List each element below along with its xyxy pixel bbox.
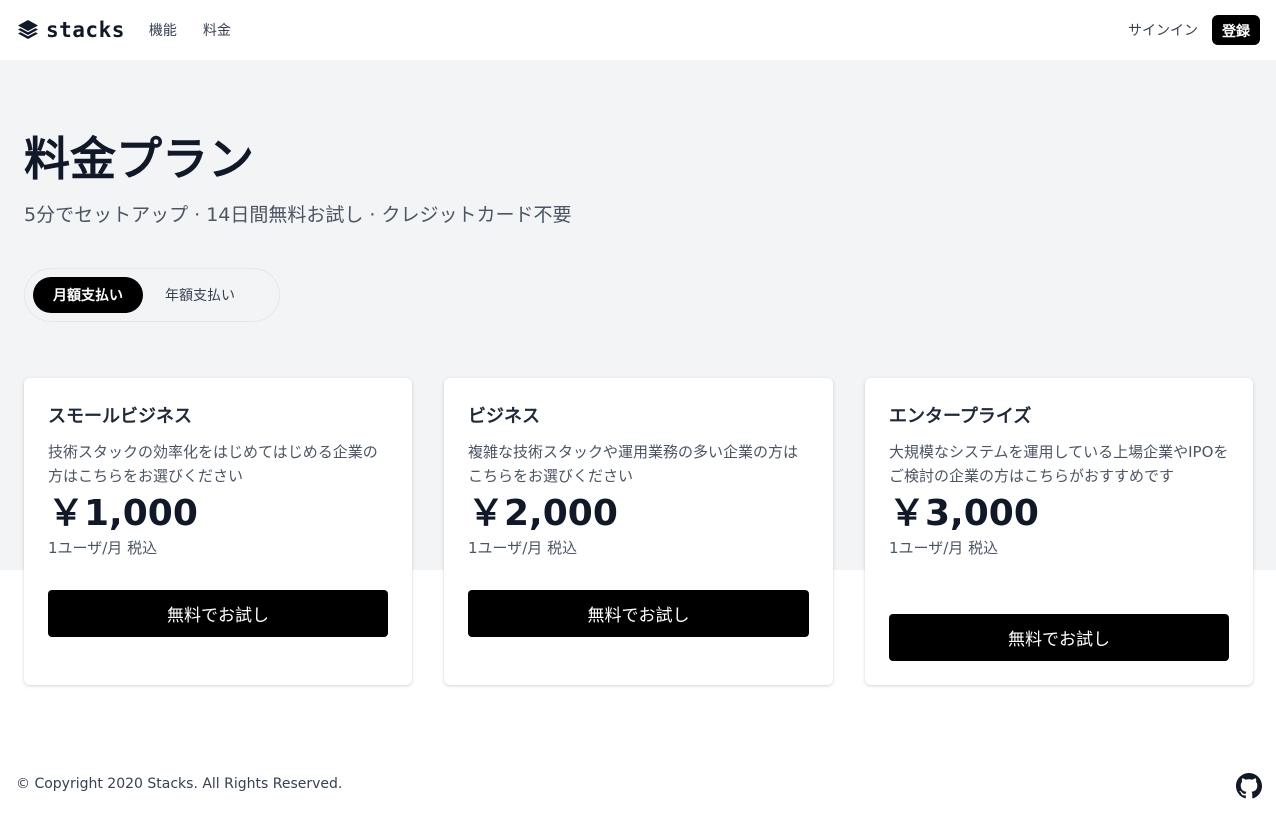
plan-price: ￥3,000 (889, 493, 1039, 534)
logo-text: stacks (46, 18, 125, 42)
plan-unit: 1ユーザ/月 税込 (468, 539, 578, 558)
plan-description: 技術スタックの効率化をはじめてはじめる企業の方はこちらをお選びください (48, 443, 378, 485)
plan-description: 複雑な技術スタックや運用業務の多い企業の方はこちらをお選びください (468, 443, 799, 485)
plan-card-enterprise: エンタープライズ 大規模なシステムを運用している上場企業やIPOをご検討の企業の… (865, 378, 1253, 685)
plan-price: ￥2,000 (468, 493, 618, 534)
free-trial-button[interactable]: 無料でお試し (889, 614, 1229, 661)
stack-layers-icon (18, 20, 38, 39)
footer-copyright: © Copyright 2020 Stacks. All Rights Rese… (16, 776, 343, 792)
free-trial-button[interactable]: 無料でお試し (48, 590, 388, 637)
header-actions: サインイン 登録 (1128, 15, 1260, 45)
toggle-yearly[interactable]: 年額支払い (145, 277, 255, 313)
plan-unit: 1ユーザ/月 税込 (889, 539, 999, 558)
plan-name: ビジネス (468, 406, 540, 427)
plan-name: エンタープライズ (889, 406, 1032, 427)
nav-pricing[interactable]: 料金 (203, 20, 231, 40)
page-title: 料金プラン (24, 132, 254, 186)
plan-name: スモールビジネス (48, 406, 192, 427)
plan-card-business: ビジネス 複雑な技術スタックや運用業務の多い企業の方はこちらをお選びください ￥… (444, 378, 833, 685)
page-subtitle: 5分でセットアップ · 14日間無料お試し · クレジットカード不要 (24, 204, 572, 226)
signin-link[interactable]: サインイン (1128, 20, 1198, 40)
nav-features[interactable]: 機能 (149, 20, 177, 40)
plan-price: ￥1,000 (48, 493, 198, 534)
free-trial-button[interactable]: 無料でお試し (468, 590, 809, 637)
plan-description: 大規模なシステムを運用している上場企業やIPOをご検討の企業の方はこちらがおすす… (889, 443, 1229, 485)
logo-link[interactable]: stacks (16, 18, 125, 42)
billing-toggle: 月額支払い 年額支払い (24, 268, 280, 322)
main-nav: 機能 料金 (149, 20, 231, 40)
site-header: stacks 機能 料金 サインイン 登録 (0, 0, 1276, 60)
plan-unit: 1ユーザ/月 税込 (48, 539, 158, 558)
github-icon[interactable] (1236, 773, 1262, 799)
toggle-monthly[interactable]: 月額支払い (33, 277, 143, 313)
register-button[interactable]: 登録 (1212, 15, 1260, 45)
plan-card-small-business: スモールビジネス 技術スタックの効率化をはじめてはじめる企業の方はこちらをお選び… (24, 378, 412, 685)
